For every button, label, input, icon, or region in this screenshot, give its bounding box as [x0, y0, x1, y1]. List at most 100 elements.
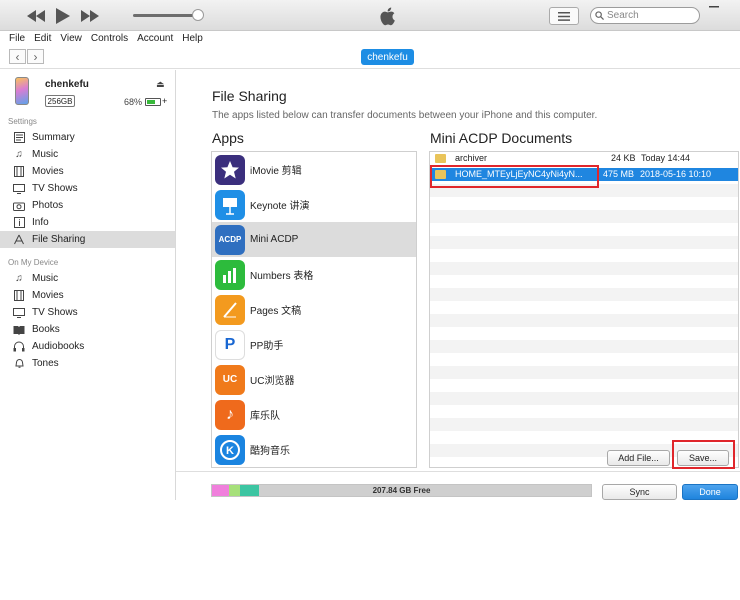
audiobook-icon: [12, 341, 26, 353]
document-date: 2018-05-16 10:10: [640, 169, 712, 179]
empty-row: [430, 262, 738, 275]
app-name: 库乐队: [250, 411, 280, 422]
add-file-button[interactable]: Add File...: [607, 450, 670, 466]
document-name: archiver: [455, 153, 488, 163]
device-name: chenkefu: [45, 79, 89, 90]
divider: [176, 471, 740, 472]
sidebar-item-summary[interactable]: Summary: [0, 129, 175, 146]
menu-edit[interactable]: Edit: [34, 33, 51, 44]
apps-list: iMovie 剪辑 Keynote 讲演 ACDP Mini ACDP Numb…: [211, 151, 417, 468]
sidebar-item-device-audiobooks[interactable]: Audiobooks: [0, 338, 175, 355]
search-field[interactable]: [590, 7, 700, 24]
sidebar-item-music[interactable]: ♫ Music: [0, 146, 175, 163]
play-icon[interactable]: [54, 6, 72, 26]
empty-row: [430, 353, 738, 366]
sidebar-item-device-movies[interactable]: Movies: [0, 287, 175, 304]
app-item-uc-browser[interactable]: UC UC浏览器: [212, 362, 416, 397]
sidebar-item-photos[interactable]: Photos: [0, 197, 175, 214]
chevron-left-icon: ‹: [15, 49, 20, 64]
mini-acdp-icon: ACDP: [215, 224, 245, 255]
sidebar-item-label: Movies: [32, 290, 64, 301]
pp-assistant-icon: P: [215, 329, 245, 360]
menu-account[interactable]: Account: [137, 33, 173, 44]
iphone-icon: [15, 77, 29, 105]
sidebar-item-label: TV Shows: [32, 307, 78, 318]
sidebar-item-device-books[interactable]: Books: [0, 321, 175, 338]
app-item-imovie[interactable]: iMovie 剪辑: [212, 152, 416, 187]
sidebar-item-tv-shows[interactable]: TV Shows: [0, 180, 175, 197]
empty-row: [430, 275, 738, 288]
forward-button[interactable]: ›: [27, 49, 44, 64]
search-icon: [595, 11, 604, 20]
menu-controls[interactable]: Controls: [91, 33, 128, 44]
back-button[interactable]: ‹: [9, 49, 26, 64]
sidebar-item-info[interactable]: Info: [0, 214, 175, 231]
garageband-icon: ♪: [215, 399, 245, 430]
chevron-right-icon: ›: [33, 49, 38, 64]
sidebar-item-device-music[interactable]: ♫ Music: [0, 270, 175, 287]
empty-row: [430, 197, 738, 210]
search-input[interactable]: [607, 10, 687, 21]
empty-row: [430, 236, 738, 249]
player-toolbar: [0, 0, 740, 31]
document-row[interactable]: archiver 24 KB Today 14:44: [430, 152, 738, 165]
app-item-kugou[interactable]: K 酷狗音乐: [212, 432, 416, 467]
sidebar-item-file-sharing[interactable]: File Sharing: [0, 231, 175, 248]
app-item-pp[interactable]: P PP助手: [212, 327, 416, 362]
device-button[interactable]: chenkefu: [361, 49, 414, 65]
sidebar-item-label: Tones: [32, 358, 59, 369]
minimize-window-icon[interactable]: [707, 2, 721, 12]
done-button[interactable]: Done: [682, 484, 738, 500]
sidebar-item-device-tones[interactable]: Tones: [0, 355, 175, 372]
sidebar-item-label: Movies: [32, 166, 64, 177]
sync-button[interactable]: Sync: [602, 484, 677, 500]
app-name: Keynote 讲演: [250, 201, 310, 212]
app-item-garageband[interactable]: ♪ 库乐队: [212, 397, 416, 432]
empty-row: [430, 418, 738, 431]
film-icon: [12, 166, 26, 178]
film-icon: [12, 290, 26, 302]
empty-row: [430, 249, 738, 262]
empty-row: [430, 366, 738, 379]
empty-row: [430, 392, 738, 405]
app-name: 酷狗音乐: [250, 446, 290, 457]
empty-row: [430, 223, 738, 236]
fast-forward-icon[interactable]: [80, 6, 100, 26]
app-item-keynote[interactable]: Keynote 讲演: [212, 187, 416, 222]
sidebar-item-label: TV Shows: [32, 183, 78, 194]
tv-icon: [12, 183, 26, 195]
document-date: Today 14:44: [641, 153, 691, 163]
menu-bar: File Edit View Controls Account Help: [0, 31, 740, 46]
keynote-icon: [215, 189, 245, 220]
app-name: PP助手: [250, 341, 284, 352]
menu-file[interactable]: File: [9, 33, 25, 44]
on-my-device-header: On My Device: [8, 258, 59, 267]
app-store-icon: [12, 234, 26, 246]
app-item-pages[interactable]: Pages 文稿: [212, 292, 416, 327]
empty-row: [430, 327, 738, 340]
app-name: UC浏览器: [250, 376, 295, 387]
info-icon: [12, 217, 26, 229]
apps-header: Apps: [212, 130, 244, 146]
navigation-row: ‹ › chenkefu: [0, 47, 740, 69]
settings-header: Settings: [8, 117, 37, 126]
empty-row: [430, 314, 738, 327]
eject-icon[interactable]: ⏏: [156, 79, 165, 90]
menu-help[interactable]: Help: [182, 33, 203, 44]
volume-slider-knob[interactable]: [192, 9, 204, 21]
sidebar-item-movies[interactable]: Movies: [0, 163, 175, 180]
apple-logo-icon: [377, 5, 399, 27]
save-button[interactable]: Save...: [677, 450, 729, 466]
folder-icon: [435, 154, 446, 163]
menu-view[interactable]: View: [60, 33, 82, 44]
app-item-mini-acdp[interactable]: ACDP Mini ACDP: [212, 222, 416, 257]
device-summary[interactable]: chenkefu ⏏ 256GB 68% +: [11, 76, 171, 116]
battery-percent: 68%: [124, 97, 143, 107]
page-subtitle: The apps listed below can transfer docum…: [212, 110, 598, 121]
summary-icon: [12, 132, 26, 144]
app-item-numbers[interactable]: Numbers 表格: [212, 257, 416, 292]
rewind-icon[interactable]: [26, 6, 46, 26]
list-view-button[interactable]: [549, 7, 579, 25]
empty-row: [430, 379, 738, 392]
sidebar-item-device-tv-shows[interactable]: TV Shows: [0, 304, 175, 321]
